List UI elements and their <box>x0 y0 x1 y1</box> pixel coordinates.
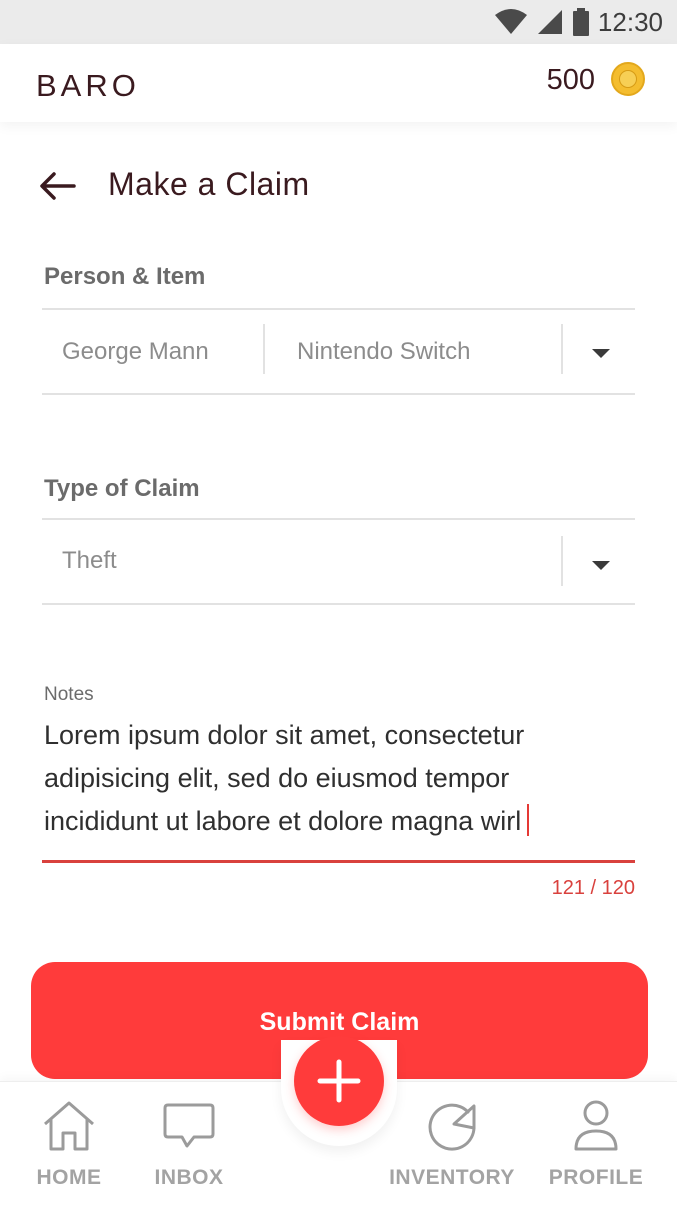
profile-icon <box>574 1100 618 1151</box>
item-select[interactable]: Nintendo Switch <box>297 338 547 368</box>
nav-home-label: HOME <box>36 1166 102 1189</box>
coin-balance: 500 <box>546 64 595 96</box>
claim-type-select[interactable]: Theft <box>62 547 542 577</box>
back-button[interactable] <box>38 168 78 204</box>
notes-label: Notes <box>44 684 94 705</box>
divider <box>42 518 635 520</box>
app-header: BARO 500 <box>0 44 677 122</box>
wifi-icon <box>494 9 527 34</box>
divider <box>42 393 635 395</box>
page-title: Make a Claim <box>108 166 310 202</box>
claim-type-label: Type of Claim <box>44 475 200 502</box>
divider <box>263 324 265 374</box>
text-cursor <box>527 804 530 836</box>
add-button[interactable] <box>294 1036 384 1126</box>
notes-textarea[interactable]: Lorem ipsum dolor sit amet, consectetur … <box>44 714 624 843</box>
signal-icon <box>537 10 562 34</box>
status-bar: 12:30 <box>0 0 677 44</box>
back-arrow-icon <box>40 172 76 200</box>
inventory-icon <box>428 1103 476 1151</box>
status-time: 12:30 <box>597 6 663 37</box>
inbox-icon <box>163 1103 215 1148</box>
battery-icon <box>572 8 589 36</box>
chevron-down-icon <box>592 560 610 570</box>
submit-label: Submit Claim <box>259 1008 420 1036</box>
chevron-down-icon <box>592 348 610 358</box>
coin-icon <box>611 62 645 96</box>
nav-inventory[interactable]: INVENTORY <box>382 1082 522 1205</box>
brand-logo: BARO <box>36 68 140 103</box>
nav-profile-label: PROFILE <box>548 1166 644 1189</box>
divider <box>561 324 563 374</box>
divider <box>42 308 635 310</box>
person-field[interactable]: George Mann <box>62 338 252 368</box>
nav-profile[interactable]: PROFILE <box>546 1082 646 1205</box>
nav-home[interactable]: HOME <box>24 1082 114 1205</box>
char-counter: 121 / 120 <box>551 877 635 899</box>
nav-inbox-label: INBOX <box>154 1166 224 1189</box>
notes-value: Lorem ipsum dolor sit amet, consectetur … <box>44 720 525 836</box>
nav-inbox[interactable]: INBOX <box>144 1082 234 1205</box>
plus-icon <box>317 1059 361 1103</box>
divider <box>561 536 563 586</box>
person-item-label: Person & Item <box>44 263 206 290</box>
divider <box>42 603 635 605</box>
nav-inventory-label: INVENTORY <box>389 1166 515 1189</box>
item-dropdown-toggle[interactable] <box>571 328 631 378</box>
claim-type-dropdown-toggle[interactable] <box>571 540 631 590</box>
status-icons <box>494 8 590 36</box>
notes-underline <box>42 860 635 863</box>
home-icon <box>44 1101 94 1151</box>
